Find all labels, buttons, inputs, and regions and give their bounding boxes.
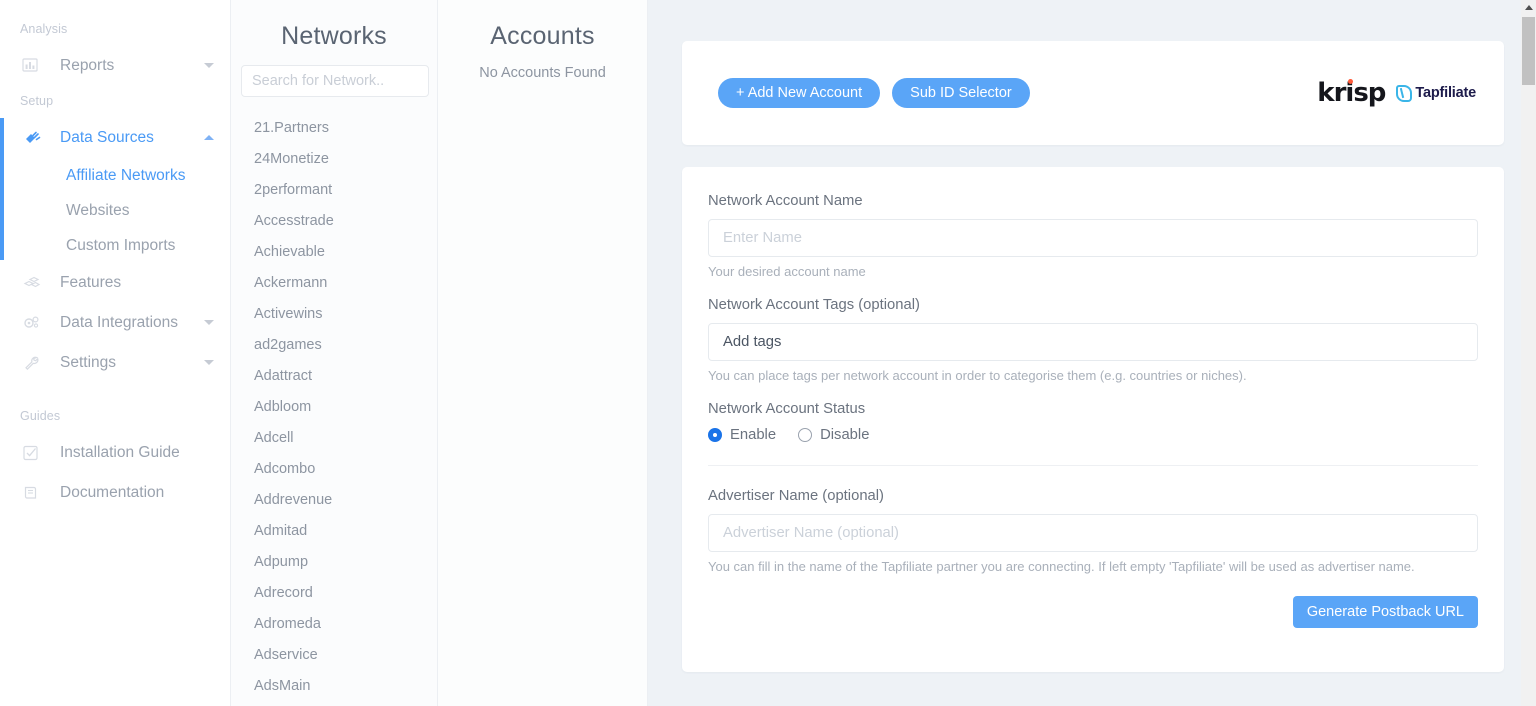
sub-id-selector-button[interactable]: Sub ID Selector: [892, 78, 1030, 108]
status-radio-enable[interactable]: Enable: [708, 427, 776, 443]
networks-title: Networks: [281, 22, 387, 50]
tapfiliate-logo-mark: [1396, 84, 1413, 102]
network-list-item[interactable]: 24Monetize: [245, 144, 427, 175]
account-tags-helper: You can place tags per network account i…: [708, 368, 1247, 383]
network-list-item[interactable]: ad2games: [245, 330, 427, 361]
network-list-item[interactable]: 21.Partners: [245, 113, 427, 144]
accounts-empty-message: No Accounts Found: [479, 65, 606, 81]
chevron-down-icon: [204, 317, 216, 329]
network-list-item[interactable]: Adcombo: [245, 454, 427, 485]
status-radio-label: Disable: [820, 427, 870, 443]
sidebar-item-data-integrations[interactable]: Data Integrations: [0, 303, 230, 343]
sidebar-section-analysis: Analysis: [20, 22, 68, 36]
sidebar-item-label: Data Sources: [60, 129, 154, 146]
sidebar-section-setup: Setup: [20, 94, 54, 108]
account-tags-input[interactable]: [708, 323, 1478, 361]
sidebar-section-guides: Guides: [20, 409, 61, 423]
network-list-item[interactable]: Accesstrade: [245, 206, 427, 237]
form-divider: [708, 465, 1478, 466]
sidebar-subitem-label: Websites: [66, 201, 130, 219]
network-search-input[interactable]: [241, 65, 429, 97]
network-list-item[interactable]: Adromeda: [245, 609, 427, 640]
sidebar-subitem-label: Custom Imports: [66, 236, 176, 254]
scrollbar-thumb[interactable]: [1522, 17, 1535, 85]
chevron-down-icon: [204, 60, 216, 72]
plug-icon: [22, 127, 48, 149]
tapfiliate-logo: Tapfiliate: [1396, 84, 1476, 102]
accounts-title: Accounts: [490, 22, 595, 50]
network-list-item[interactable]: Activewins: [245, 299, 427, 330]
sidebar-item-custom-imports[interactable]: Custom Imports: [0, 228, 230, 263]
sidebar-item-settings[interactable]: Settings: [0, 343, 230, 383]
app-root: Analysis Reports Setup Data Sources Affi…: [0, 0, 1536, 706]
logo-group: krisp Tapfiliate: [1317, 79, 1476, 106]
sidebar-item-label: Features: [60, 274, 122, 291]
sidebar-item-features[interactable]: Features: [0, 263, 230, 303]
account-name-input[interactable]: [708, 219, 1478, 257]
sidebar-item-data-sources[interactable]: Data Sources: [0, 118, 230, 158]
networks-panel: Networks 21.Partners 24Monetize 2perform…: [230, 0, 438, 706]
network-list-item[interactable]: Achievable: [245, 237, 427, 268]
radio-dot-icon: [708, 428, 722, 442]
wrench-icon: [22, 352, 48, 374]
status-radio-label: Enable: [730, 427, 777, 443]
advertiser-name-label: Advertiser Name (optional): [708, 488, 884, 504]
network-list-item[interactable]: AdsMain: [245, 671, 427, 702]
account-name-helper: Your desired account name: [708, 264, 866, 279]
checkbox-icon: [22, 442, 48, 464]
form-actions: Generate Postback URL: [708, 596, 1478, 628]
sidebar-item-label: Reports: [60, 57, 115, 74]
network-list-item[interactable]: Adattract: [245, 361, 427, 392]
account-name-label: Network Account Name: [708, 193, 863, 209]
sidebar-item-documentation[interactable]: Documentation: [0, 473, 230, 513]
chevron-down-icon: [204, 357, 216, 369]
advertiser-name-helper: You can fill in the name of the Tapfilia…: [708, 559, 1415, 574]
sidebar-subitem-label: Affiliate Networks: [66, 166, 186, 184]
boxes-icon: [22, 272, 48, 294]
network-list-item[interactable]: Addrevenue: [245, 485, 427, 516]
network-list-item[interactable]: Adservice: [245, 640, 427, 671]
generate-postback-url-button[interactable]: Generate Postback URL: [1292, 596, 1478, 628]
account-tags-label: Network Account Tags (optional): [708, 297, 920, 313]
sidebar-item-label: Installation Guide: [60, 444, 180, 461]
sidebar-item-label: Data Integrations: [60, 314, 179, 331]
scrollbar-up-arrow-icon[interactable]: [1521, 0, 1536, 15]
status-radio-disable[interactable]: Disable: [798, 427, 869, 443]
network-list-item[interactable]: Adbloom: [245, 392, 427, 423]
bar-chart-icon: [22, 55, 48, 77]
network-list-item[interactable]: Ackermann: [245, 268, 427, 299]
advertiser-name-input[interactable]: [708, 514, 1478, 552]
account-status-label: Network Account Status: [708, 401, 866, 417]
radio-dot-icon: [798, 428, 813, 442]
account-form-card: Network Account Name Your desired accoun…: [682, 167, 1504, 672]
gears-icon: [22, 312, 48, 334]
sidebar-item-label: Settings: [60, 354, 117, 371]
network-list-item[interactable]: Adcell: [245, 423, 427, 454]
sidebar-item-affiliate-networks[interactable]: Affiliate Networks: [0, 158, 230, 193]
network-list-item[interactable]: 2performant: [245, 175, 427, 206]
add-new-account-button[interactable]: + Add New Account: [718, 78, 881, 108]
page-scrollbar[interactable]: [1521, 0, 1536, 706]
account-status-radio-group: Enable Disable: [708, 427, 1478, 443]
accounts-panel: Accounts No Accounts Found: [438, 0, 648, 706]
sidebar: Analysis Reports Setup Data Sources Affi…: [0, 0, 230, 706]
tapfiliate-logo-text: Tapfiliate: [1415, 85, 1476, 101]
network-list-item[interactable]: Adrecord: [245, 578, 427, 609]
sidebar-item-reports[interactable]: Reports: [0, 46, 230, 86]
krisp-logo: krisp: [1317, 79, 1386, 106]
sidebar-item-label: Documentation: [60, 484, 165, 501]
toolbar-card: + Add New Account Sub ID Selector krisp …: [682, 41, 1504, 145]
main-content: + Add New Account Sub ID Selector krisp …: [648, 0, 1536, 706]
sidebar-item-websites[interactable]: Websites: [0, 193, 230, 228]
networks-list: 21.Partners 24Monetize 2performant Acces…: [241, 113, 427, 702]
chevron-up-icon: [204, 132, 216, 144]
network-list-item[interactable]: Adpump: [245, 547, 427, 578]
network-list-item[interactable]: Admitad: [245, 516, 427, 547]
book-icon: [22, 482, 48, 504]
sidebar-item-installation-guide[interactable]: Installation Guide: [0, 433, 230, 473]
